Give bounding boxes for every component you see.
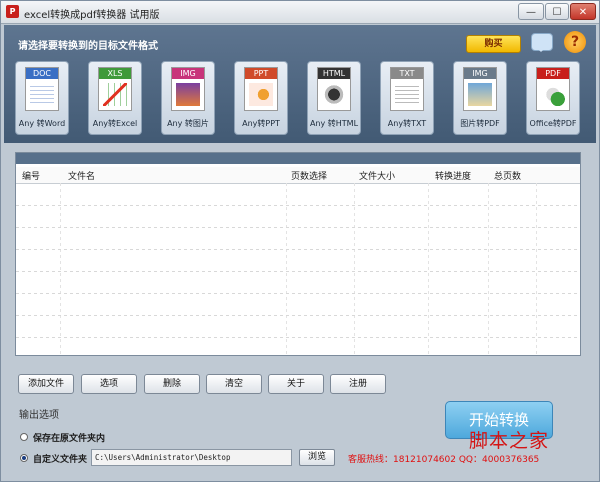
column-header[interactable]: 文件名 (68, 169, 95, 182)
format-header: 请选择要转换到的目标文件格式 购买 ? DOC Any 转Word XLS An… (4, 25, 596, 143)
radio-source-folder-label[interactable]: 保存在原文件夹内 (33, 431, 105, 444)
format-label: Any 转HTML (309, 119, 359, 128)
format-label: Any转PPT (242, 119, 280, 128)
table-header: 编号 文件名 页数选择 文件大小 转换进度 总页数 (16, 167, 580, 184)
doc-icon: DOC (25, 67, 59, 111)
output-options-label: 输出选项 (19, 410, 59, 421)
file-list-table[interactable]: 编号 文件名 页数选择 文件大小 转换进度 总页数 (15, 152, 581, 356)
column-header[interactable]: 总页数 (494, 169, 521, 182)
browse-button[interactable]: 浏览 (299, 449, 335, 466)
radio-source-folder[interactable] (20, 433, 28, 441)
output-path-input[interactable]: C:\Users\Administrator\Desktop (91, 449, 292, 466)
register-button[interactable]: 注册 (330, 374, 386, 394)
help-icon[interactable]: ? (564, 31, 586, 53)
ppt-icon: PPT (244, 67, 278, 111)
about-button[interactable]: 关于 (268, 374, 324, 394)
column-header[interactable]: 编号 (22, 169, 40, 182)
maximize-button[interactable]: ☐ (545, 3, 569, 20)
format-tile-txt[interactable]: TXT Any转TXT (380, 61, 434, 135)
delete-button[interactable]: 删除 (144, 374, 200, 394)
title-bar: P excel转换成pdf转换器 试用版 — ☐ ✕ (1, 1, 599, 24)
img-to-pdf-icon: IMG (463, 67, 497, 111)
format-label: Any转Excel (92, 119, 138, 128)
clear-button[interactable]: 清空 (206, 374, 262, 394)
column-header[interactable]: 转换进度 (435, 169, 471, 182)
format-label: Any 转Word (18, 119, 66, 128)
window-title: excel转换成pdf转换器 试用版 (24, 10, 160, 21)
img-icon: IMG (171, 67, 205, 111)
format-label: 图片转PDF (460, 119, 500, 128)
header-title: 请选择要转换到的目标文件格式 (18, 41, 158, 52)
format-tile-word[interactable]: DOC Any 转Word (15, 61, 69, 135)
txt-icon: TXT (390, 67, 424, 111)
chat-icon[interactable] (531, 33, 553, 52)
format-label: Office转PDF (529, 119, 577, 128)
list-top-bar (16, 153, 580, 164)
radio-custom-folder[interactable] (20, 454, 28, 462)
pdf-icon: PDF (536, 67, 570, 111)
app-icon: P (6, 5, 19, 18)
format-label: Any 转图片 (167, 119, 209, 128)
column-header[interactable]: 页数选择 (291, 169, 327, 182)
format-tile-excel[interactable]: XLS Any转Excel (88, 61, 142, 135)
html-icon: HTML (317, 67, 351, 111)
format-label: Any转TXT (387, 119, 427, 128)
xls-icon: XLS (98, 67, 132, 111)
minimize-button[interactable]: — (518, 3, 544, 20)
watermark-logo: 脚本之家 (469, 430, 550, 452)
hotline-text: 客服热线：18121074602 QQ：4000376365 (348, 455, 540, 465)
radio-custom-folder-label[interactable]: 自定义文件夹 (33, 452, 87, 465)
format-tile-img-to-pdf[interactable]: IMG 图片转PDF (453, 61, 507, 135)
column-header[interactable]: 文件大小 (359, 169, 395, 182)
format-tile-html[interactable]: HTML Any 转HTML (307, 61, 361, 135)
format-tile-office-to-pdf[interactable]: PDF Office转PDF (526, 61, 580, 135)
buy-button[interactable]: 购买 (466, 35, 521, 53)
options-button[interactable]: 选项 (81, 374, 137, 394)
format-tile-ppt[interactable]: PPT Any转PPT (234, 61, 288, 135)
close-button[interactable]: ✕ (570, 3, 596, 20)
format-tile-image[interactable]: IMG Any 转图片 (161, 61, 215, 135)
app-window: P excel转换成pdf转换器 试用版 — ☐ ✕ 请选择要转换到的目标文件格… (0, 0, 600, 482)
add-file-button[interactable]: 添加文件 (18, 374, 74, 394)
